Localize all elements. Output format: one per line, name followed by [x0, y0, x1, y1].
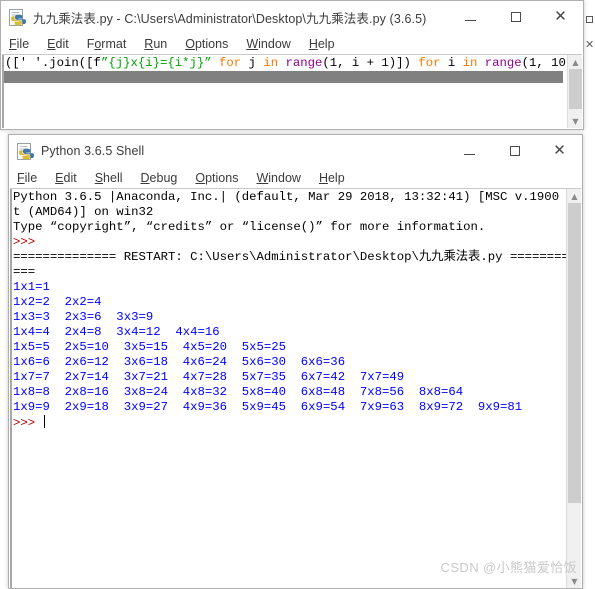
code-token-10: i [440, 56, 463, 70]
shell-menu-window[interactable]: Window [256, 171, 300, 185]
code-token-11: in [462, 56, 478, 70]
shell-scroll-down-icon[interactable]: ▼ [567, 574, 581, 588]
csdn-watermark: CSDN @小熊猫爱恰饭 [440, 560, 577, 575]
shell-prompt-1: >>> [13, 235, 36, 249]
shell-restart-line-2: === [13, 265, 36, 279]
shell-restart-line-1: ============== RESTART: C:\Users\Adminis… [13, 250, 581, 264]
python-idle-icon [9, 8, 26, 26]
code-token-0: ([' '.join([f [5, 56, 101, 70]
python-idle-icon [17, 142, 34, 160]
shell-minimize-button[interactable] [447, 135, 492, 167]
table-row-8: 1x8=8 2x8=16 3x8=24 4x8=32 5x8=40 6x8=48… [13, 385, 464, 399]
shell-title-text: Python 3.6.5 Shell [41, 144, 145, 158]
shell-banner-line-2: Type “copyright”, “credits” or “license(… [13, 220, 486, 234]
shell-menu-options[interactable]: Options [195, 171, 238, 185]
shell-menu-shell[interactable]: Shell [95, 171, 123, 185]
code-token-3: for [219, 56, 242, 70]
idle-shell-window[interactable]: Python 3.6.5 Shell ✕ File Edit Shell Deb… [8, 134, 583, 589]
code-token-12 [477, 56, 484, 70]
shell-menu-debug[interactable]: Debug [141, 171, 178, 185]
editor-selection-highlight [4, 71, 563, 83]
shell-titlebar[interactable]: Python 3.6.5 Shell ✕ [9, 135, 582, 167]
shell-menu-help[interactable]: Help [319, 171, 345, 185]
shell-vertical-scrollbar[interactable]: ▲ ▼ [566, 189, 581, 588]
code-token-9: for [418, 56, 441, 70]
shell-banner-line-0: Python 3.6.5 |Anaconda, Inc.| (default, … [13, 190, 581, 204]
editor-titlebar[interactable]: 九九乘法表.py - C:\Users\Administrator\Deskto… [1, 1, 583, 33]
editor-text-pane[interactable]: ([' '.join([f”{j}x{i}={i*j}” for j in ra… [2, 54, 582, 128]
editor-menu-format[interactable]: Format [87, 37, 127, 51]
table-row-4: 1x4=4 2x4=8 3x4=12 4x4=16 [13, 325, 220, 339]
shell-prompt-2[interactable]: >>> [13, 415, 566, 431]
editor-code-line[interactable]: ([' '.join([f”{j}x{i}={i*j}” for j in ra… [5, 56, 582, 71]
table-row-1: 1x1=1 [13, 280, 50, 294]
shell-menu-edit[interactable]: Edit [55, 171, 77, 185]
editor-scroll-down-icon[interactable]: ▼ [568, 114, 582, 128]
editor-minimize-button[interactable] [448, 1, 493, 33]
editor-menu-window[interactable]: Window [246, 37, 290, 51]
shell-prompt-text: >>> [13, 416, 43, 430]
shell-maximize-button[interactable] [492, 135, 537, 167]
editor-menu-edit[interactable]: Edit [47, 37, 69, 51]
editor-menu-help[interactable]: Help [309, 37, 335, 51]
editor-scroll-thumb[interactable] [569, 69, 582, 109]
code-token-13: range [484, 56, 522, 70]
shell-scroll-up-icon[interactable]: ▲ [567, 189, 581, 203]
background-window[interactable]: ✕ [583, 0, 595, 130]
code-token-4: j [241, 56, 264, 70]
code-token-1: ”{j}x{i}={i*j}” [100, 56, 212, 70]
shell-menubar[interactable]: File Edit Shell Debug Options Window Hel… [9, 167, 582, 188]
table-row-6: 1x6=6 2x6=12 3x6=18 4x6=24 5x6=30 6x6=36 [13, 355, 346, 369]
shell-banner-line-1: t (AMD64)] on win32 [13, 205, 154, 219]
text-caret [43, 415, 45, 428]
code-token-8: (1, i + 1)]) [322, 56, 419, 70]
editor-menu-run[interactable]: Run [144, 37, 167, 51]
code-token-2 [212, 56, 219, 70]
table-row-2: 1x2=2 2x2=4 [13, 295, 102, 309]
shell-close-button[interactable]: ✕ [537, 135, 582, 167]
table-row-7: 1x7=7 2x7=14 3x7=21 4x7=28 5x7=35 6x7=42… [13, 370, 405, 384]
shell-caption-buttons[interactable]: ✕ [447, 135, 582, 167]
code-token-5: in [263, 56, 279, 70]
idle-editor-window[interactable]: 九九乘法表.py - C:\Users\Administrator\Deskto… [0, 0, 584, 130]
editor-menu-file[interactable]: File [9, 37, 29, 51]
background-window-close-icon[interactable]: ✕ [585, 40, 595, 51]
editor-maximize-button[interactable] [493, 1, 538, 33]
code-token-7: range [285, 56, 323, 70]
editor-vertical-scrollbar[interactable]: ▲ ▼ [567, 55, 582, 128]
shell-output-text[interactable]: Python 3.6.5 |Anaconda, Inc.| (default, … [13, 190, 581, 431]
editor-scroll-up-icon[interactable]: ▲ [568, 55, 582, 69]
table-row-3: 1x3=3 2x3=6 3x3=9 [13, 310, 154, 324]
editor-caption-buttons[interactable]: ✕ [448, 1, 583, 33]
background-window-maximize-icon[interactable] [586, 16, 593, 23]
shell-menu-file[interactable]: File [17, 171, 37, 185]
editor-menubar[interactable]: File Edit Format Run Options Window Help [1, 33, 583, 54]
editor-title-text: 九九乘法表.py - C:\Users\Administrator\Deskto… [33, 11, 427, 26]
editor-menu-options[interactable]: Options [185, 37, 228, 51]
desktop-background: ✕ 九九乘法表.py - C:\Users\Administrator\Desk… [0, 0, 595, 589]
table-row-5: 1x5=5 2x5=10 3x5=15 4x5=20 5x5=25 [13, 340, 287, 354]
shell-scroll-thumb[interactable] [568, 203, 581, 503]
table-row-9: 1x9=9 2x9=18 3x9=27 4x9=36 5x9=45 6x9=54… [13, 400, 523, 414]
editor-close-button[interactable]: ✕ [538, 1, 583, 33]
shell-text-pane[interactable]: Python 3.6.5 |Anaconda, Inc.| (default, … [10, 188, 581, 588]
